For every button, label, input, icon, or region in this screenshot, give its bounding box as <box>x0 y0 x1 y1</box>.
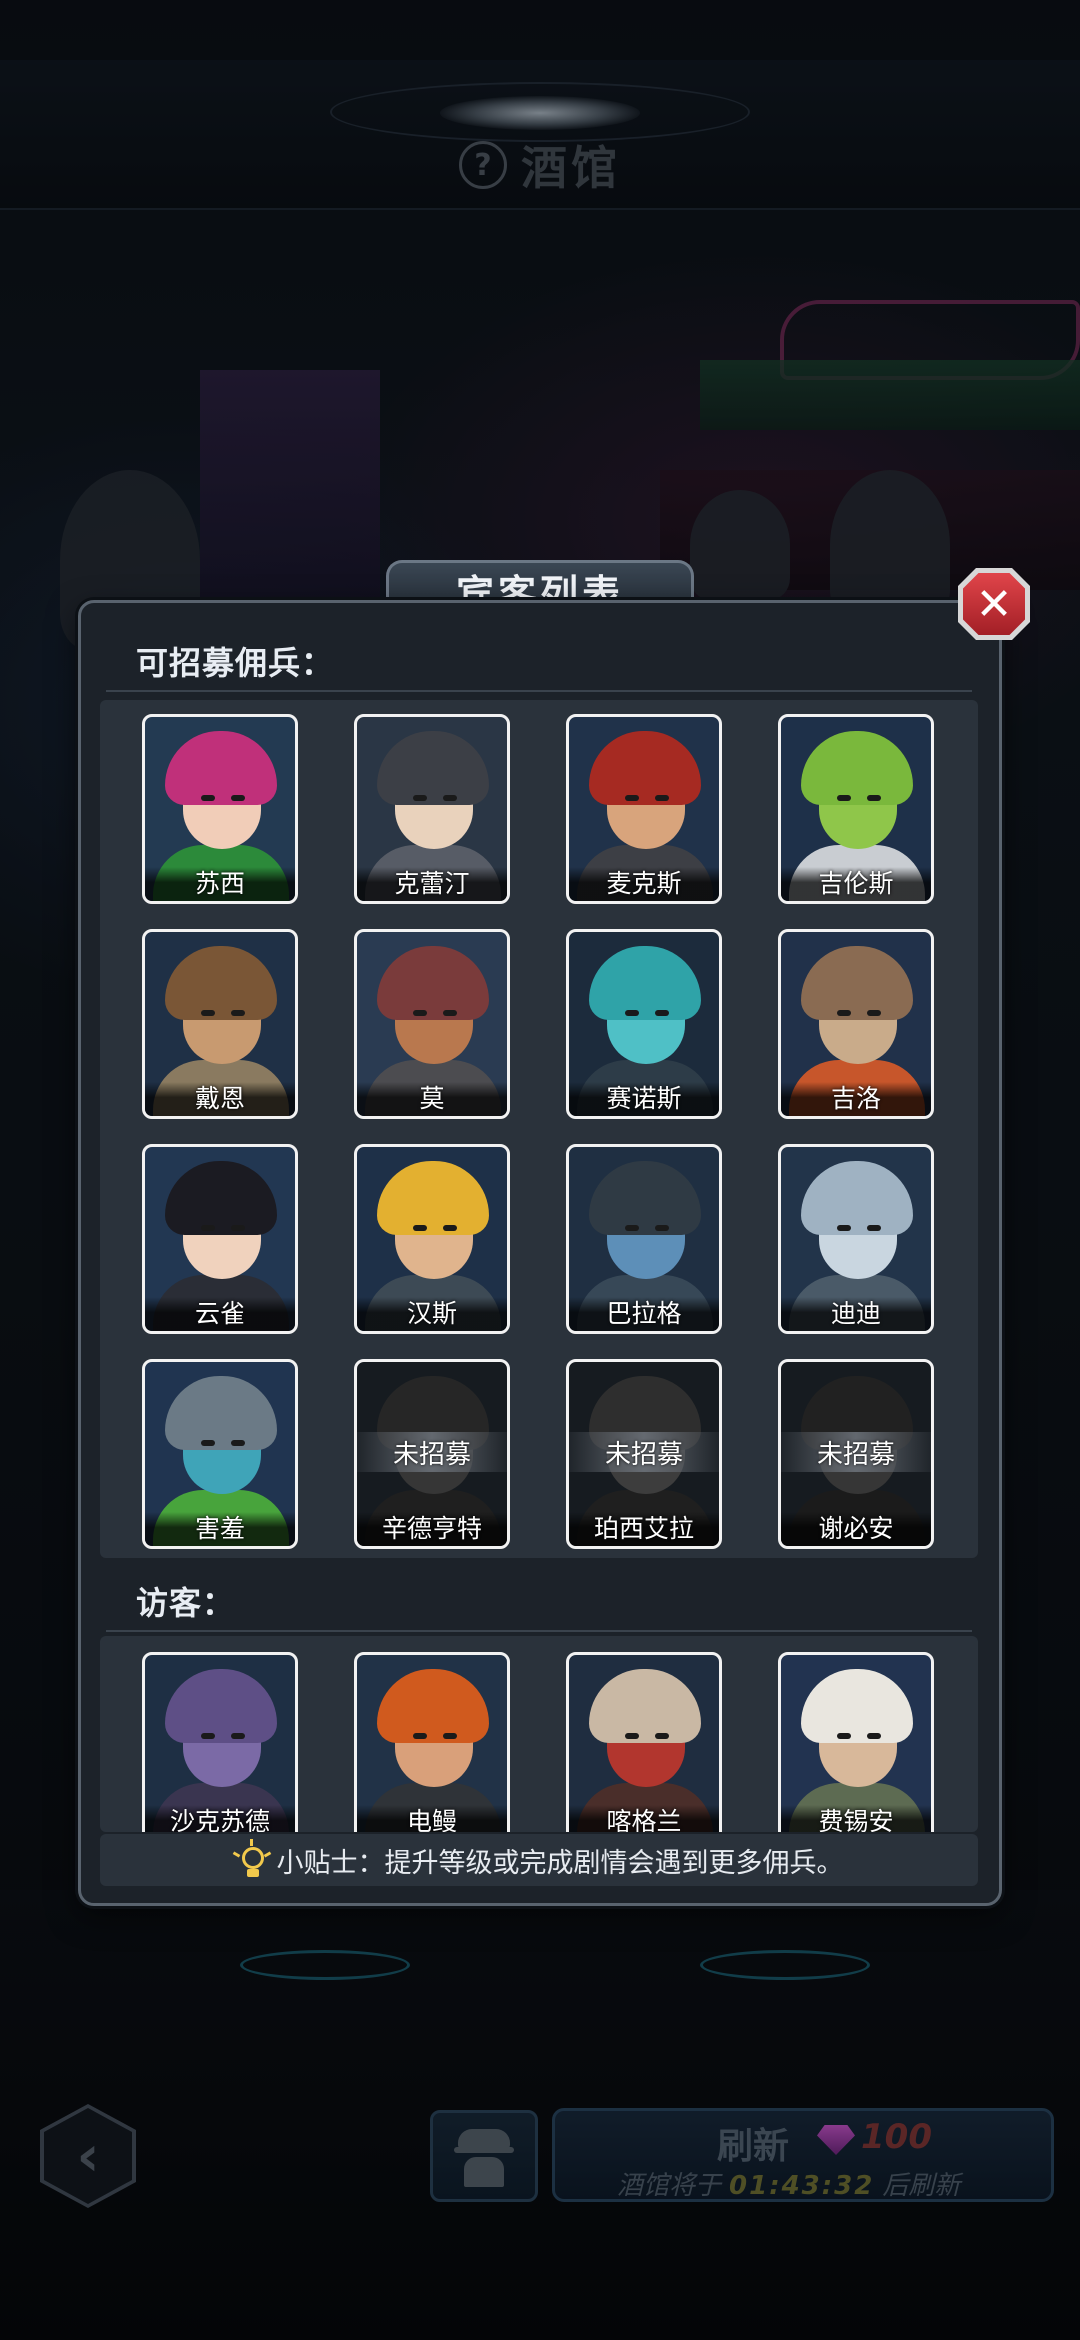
mercenary-card[interactable]: 赛诺斯 <box>566 929 722 1119</box>
mercenary-card[interactable]: 费锡安 <box>778 1652 934 1832</box>
name-strip: 辛德亨特 <box>357 1512 507 1546</box>
name-strip: 迪迪 <box>781 1297 931 1331</box>
mercenary-name: 莫 <box>419 1084 445 1113</box>
mercenary-card[interactable]: 苏西 <box>142 714 298 904</box>
mercenary-name: 吉伦斯 <box>818 869 894 898</box>
name-strip: 赛诺斯 <box>569 1082 719 1116</box>
mercenary-card[interactable]: 沙克苏德 <box>142 1652 298 1832</box>
mercenary-name: 珀西艾拉 <box>593 1514 694 1543</box>
name-strip: 戴恩 <box>145 1082 295 1116</box>
recruitable-heading: 可招募佣兵： <box>136 644 335 682</box>
name-strip: 莫 <box>357 1082 507 1116</box>
mercenary-name: 麦克斯 <box>606 869 682 898</box>
mercenary-name: 汉斯 <box>406 1299 457 1328</box>
mercenary-name: 费锡安 <box>818 1807 894 1832</box>
name-strip: 害羞 <box>145 1512 295 1546</box>
mercenary-name: 辛德亨特 <box>381 1514 482 1543</box>
mercenary-name: 巴拉格 <box>606 1299 682 1328</box>
name-strip: 云雀 <box>145 1297 295 1331</box>
mercenary-card[interactable]: 麦克斯 <box>566 714 722 904</box>
mercenary-name: 害羞 <box>194 1514 245 1543</box>
mercenary-name: 赛诺斯 <box>606 1084 682 1113</box>
mercenary-name: 迪迪 <box>830 1299 881 1328</box>
name-strip: 沙克苏德 <box>145 1805 295 1832</box>
mercenary-name: 谢必安 <box>818 1514 894 1543</box>
visitors-list[interactable]: 沙克苏德 电鳗 喀格兰 费锡安 <box>100 1636 978 1832</box>
mercenary-name: 苏西 <box>194 869 245 898</box>
mercenary-name: 沙克苏德 <box>169 1807 270 1832</box>
close-x-icon: ✕ <box>963 573 1025 635</box>
mercenary-card-locked[interactable]: 未招募 珀西艾拉 <box>566 1359 722 1549</box>
name-strip: 珀西艾拉 <box>569 1512 719 1546</box>
lightbulb-icon <box>232 1839 271 1879</box>
mercenary-card[interactable]: 害羞 <box>142 1359 298 1549</box>
not-recruited-badge: 未招募 <box>781 1432 931 1472</box>
name-strip: 巴拉格 <box>569 1297 719 1331</box>
mercenary-card[interactable]: 莫 <box>354 929 510 1119</box>
mercenary-card[interactable]: 戴恩 <box>142 929 298 1119</box>
mercenary-card[interactable]: 迪迪 <box>778 1144 934 1334</box>
name-strip: 喀格兰 <box>569 1805 719 1832</box>
name-strip: 克蕾汀 <box>357 867 507 901</box>
name-strip: 费锡安 <box>781 1805 931 1832</box>
mercenary-card[interactable]: 巴拉格 <box>566 1144 722 1334</box>
mercenary-name: 克蕾汀 <box>394 869 470 898</box>
mercenary-card[interactable]: 喀格兰 <box>566 1652 722 1832</box>
name-strip: 谢必安 <box>781 1512 931 1546</box>
mercenary-name: 喀格兰 <box>606 1807 682 1832</box>
mercenary-name: 戴恩 <box>194 1084 245 1113</box>
not-recruited-badge: 未招募 <box>357 1432 507 1472</box>
name-strip: 吉伦斯 <box>781 867 931 901</box>
mercenary-card[interactable]: 克蕾汀 <box>354 714 510 904</box>
mercenary-card-locked[interactable]: 未招募 辛德亨特 <box>354 1359 510 1549</box>
mercenary-name: 电鳗 <box>406 1807 457 1832</box>
mercenary-name: 吉洛 <box>830 1084 881 1113</box>
visitors-heading: 访客： <box>136 1584 236 1622</box>
mercenary-name: 云雀 <box>194 1299 245 1328</box>
name-strip: 苏西 <box>145 867 295 901</box>
mercenary-card[interactable]: 电鳗 <box>354 1652 510 1832</box>
name-strip: 电鳗 <box>357 1805 507 1832</box>
name-strip: 麦克斯 <box>569 867 719 901</box>
tip-bar: 小贴士：提升等级或完成剧情会遇到更多佣兵。 <box>100 1834 978 1886</box>
name-strip: 汉斯 <box>357 1297 507 1331</box>
mercenary-card[interactable]: 吉伦斯 <box>778 714 934 904</box>
tip-text: 小贴士：提升等级或完成剧情会遇到更多佣兵。 <box>276 1847 844 1879</box>
not-recruited-badge: 未招募 <box>569 1432 719 1472</box>
section-divider <box>106 1630 972 1632</box>
mercenary-card-locked[interactable]: 未招募 谢必安 <box>778 1359 934 1549</box>
mercenary-card[interactable]: 云雀 <box>142 1144 298 1334</box>
mercenary-card[interactable]: 汉斯 <box>354 1144 510 1334</box>
name-strip: 吉洛 <box>781 1082 931 1116</box>
mercenary-card[interactable]: 吉洛 <box>778 929 934 1119</box>
close-button[interactable]: ✕ <box>958 568 1030 640</box>
section-divider <box>106 690 972 692</box>
